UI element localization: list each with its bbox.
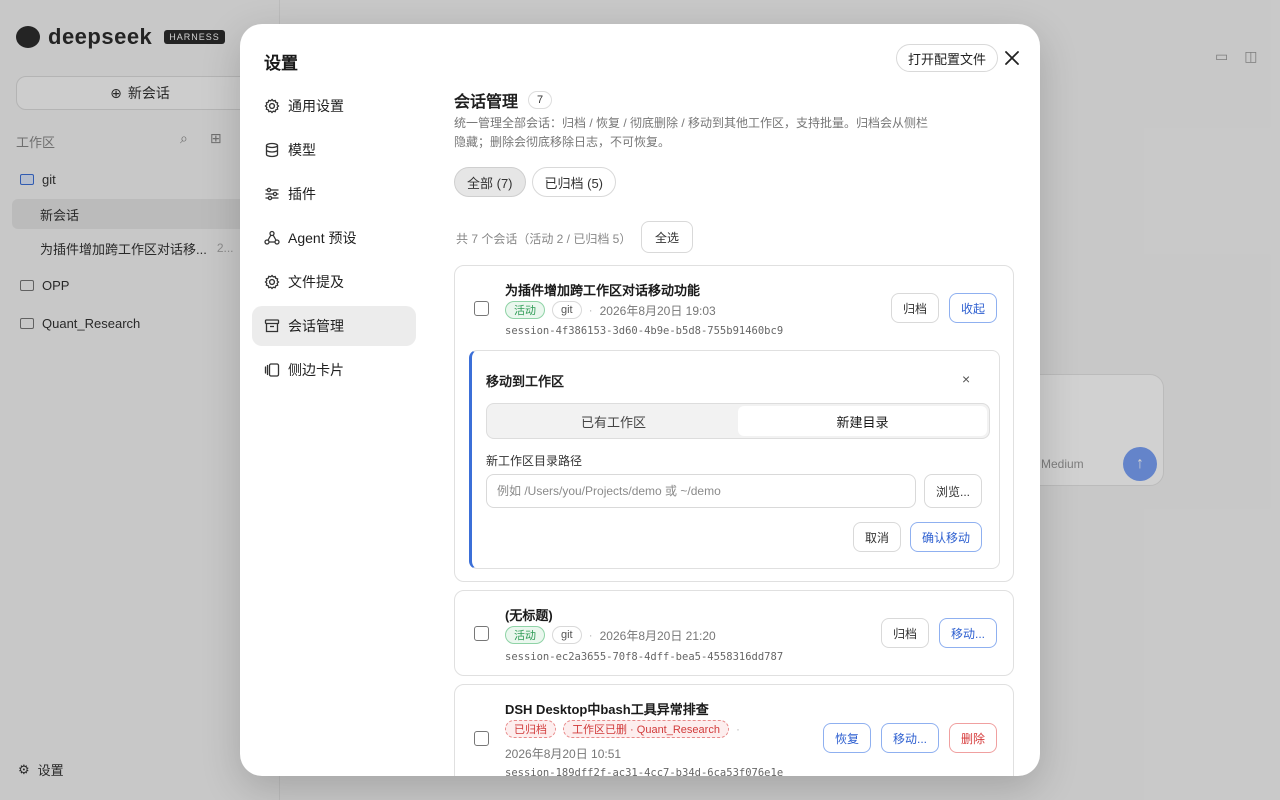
session-meta: 已归档 工作区已删 · Quant_Research · bbox=[505, 720, 740, 738]
session-card: 为插件增加跨工作区对话移动功能 活动 git · 2026年8月20日 19:0… bbox=[454, 265, 1014, 582]
confirm-move-button[interactable]: 确认移动 bbox=[910, 522, 983, 552]
nav-label: 模型 bbox=[288, 142, 316, 158]
gear-icon bbox=[264, 98, 280, 114]
cancel-button[interactable]: 取消 bbox=[853, 522, 902, 552]
session-id: session-ec2a3655-70f8-4dff-bea5-4558316d… bbox=[505, 651, 784, 663]
status-badge: 活动 bbox=[505, 301, 545, 319]
nav-label: 插件 bbox=[288, 186, 316, 202]
workspace-path-input[interactable] bbox=[486, 474, 916, 508]
sliders-icon bbox=[264, 186, 280, 202]
cards-icon bbox=[264, 362, 280, 378]
separator-dot: · bbox=[588, 628, 593, 642]
session-title: 为插件增加跨工作区对话移动功能 bbox=[505, 283, 701, 298]
workspace-badge: git bbox=[552, 301, 582, 319]
nav-label: 侧边卡片 bbox=[288, 362, 344, 378]
session-checkbox[interactable] bbox=[474, 626, 489, 641]
settings-modal: 设置 打开配置文件 通用设置 模型 插件 Agent 预设 文件提及 会话管理 … bbox=[240, 24, 1040, 776]
tab-all[interactable]: 全部 (7) bbox=[454, 167, 526, 197]
tab-existing-workspace[interactable]: 已有工作区 bbox=[489, 406, 738, 436]
session-id: session-4f386153-3d60-4b9e-b5d8-755b9146… bbox=[505, 325, 784, 337]
database-icon bbox=[264, 142, 280, 158]
nav-label: 通用设置 bbox=[288, 98, 344, 114]
workspace-mode-toggle: 已有工作区 新建目录 bbox=[486, 403, 990, 439]
section-title: 会话管理 bbox=[454, 94, 519, 111]
move-button[interactable]: 移动... bbox=[939, 618, 998, 648]
separator-dot: · bbox=[588, 303, 593, 317]
modal-title: 设置 bbox=[264, 54, 298, 73]
tab-new-directory[interactable]: 新建目录 bbox=[738, 406, 987, 436]
section-description: 统一管理全部会话：归档 / 恢复 / 彻底删除 / 移动到其他工作区，支持批量。… bbox=[454, 116, 929, 149]
session-time: 2026年8月20日 21:20 bbox=[599, 628, 716, 643]
workspace-badge: 工作区已删 · Quant_Research bbox=[563, 720, 729, 738]
nav-item-agent-presets[interactable]: Agent 预设 bbox=[252, 218, 416, 258]
nav-item-side-cards[interactable]: 侧边卡片 bbox=[252, 350, 416, 390]
nav-label: 文件提及 bbox=[288, 274, 344, 290]
delete-button[interactable]: 删除 bbox=[949, 723, 998, 753]
session-summary: 共 7 个会话（活动 2 / 已归档 5） bbox=[456, 232, 632, 246]
session-card: DSH Desktop中bash工具异常排查 已归档 工作区已删 · Quant… bbox=[454, 684, 1014, 776]
session-count-badge: 7 bbox=[528, 91, 553, 109]
session-time: 2026年8月20日 10:51 bbox=[505, 747, 622, 761]
nav-item-file-mentions[interactable]: 文件提及 bbox=[252, 262, 416, 302]
status-badge: 活动 bbox=[505, 626, 545, 644]
archive-button[interactable]: 归档 bbox=[881, 618, 930, 648]
session-meta: 活动 git · 2026年8月20日 19:03 bbox=[505, 301, 716, 319]
session-title: DSH Desktop中bash工具异常排查 bbox=[505, 702, 709, 717]
nav-label: Agent 预设 bbox=[288, 230, 357, 246]
nav-item-session-management[interactable]: 会话管理 bbox=[252, 306, 416, 346]
session-meta: 活动 git · 2026年8月20日 21:20 bbox=[505, 626, 716, 644]
move-to-workspace-panel: 移动到工作区 × 已有工作区 新建目录 新工作区目录路径 浏览... 取消 确认… bbox=[469, 350, 1000, 569]
gear-icon bbox=[264, 274, 280, 290]
tab-archived[interactable]: 已归档 (5) bbox=[531, 167, 617, 197]
status-badge: 已归档 bbox=[505, 720, 556, 738]
path-label: 新工作区目录路径 bbox=[486, 454, 583, 468]
settings-nav: 通用设置 模型 插件 Agent 预设 文件提及 会话管理 侧边卡片 bbox=[252, 86, 416, 394]
session-time: 2026年8月20日 19:03 bbox=[599, 303, 716, 318]
move-button[interactable]: 移动... bbox=[881, 723, 940, 753]
agent-icon bbox=[264, 230, 280, 246]
nav-item-general[interactable]: 通用设置 bbox=[252, 86, 416, 126]
nav-label: 会话管理 bbox=[288, 318, 344, 334]
session-title: (无标题) bbox=[505, 608, 553, 623]
nav-item-models[interactable]: 模型 bbox=[252, 130, 416, 170]
session-checkbox[interactable] bbox=[474, 301, 489, 316]
collapse-button[interactable]: 收起 bbox=[949, 293, 998, 323]
close-icon[interactable]: × bbox=[962, 371, 970, 387]
nav-item-plugins[interactable]: 插件 bbox=[252, 174, 416, 214]
session-id: session-189dff2f-ac31-4cc7-b34d-6ca53f07… bbox=[505, 767, 784, 776]
section-header: 会话管理 7 bbox=[454, 88, 553, 112]
session-management-panel: 会话管理 7 统一管理全部会话：归档 / 恢复 / 彻底删除 / 移动到其他工作… bbox=[454, 24, 1014, 776]
session-time-row: 2026年8月20日 10:51 bbox=[505, 745, 621, 762]
archive-icon bbox=[264, 318, 280, 334]
move-panel-title: 移动到工作区 bbox=[486, 374, 565, 389]
restore-button[interactable]: 恢复 bbox=[823, 723, 872, 753]
workspace-badge: git bbox=[552, 626, 582, 644]
select-all-button[interactable]: 全选 bbox=[641, 221, 694, 253]
browse-button[interactable]: 浏览... bbox=[924, 474, 983, 508]
separator-dot: · bbox=[735, 722, 740, 736]
session-card: (无标题) 活动 git · 2026年8月20日 21:20 session-… bbox=[454, 590, 1014, 676]
archive-button[interactable]: 归档 bbox=[891, 293, 940, 323]
filter-tabs: 全部 (7) 已归档 (5) bbox=[454, 167, 617, 197]
session-checkbox[interactable] bbox=[474, 731, 489, 746]
